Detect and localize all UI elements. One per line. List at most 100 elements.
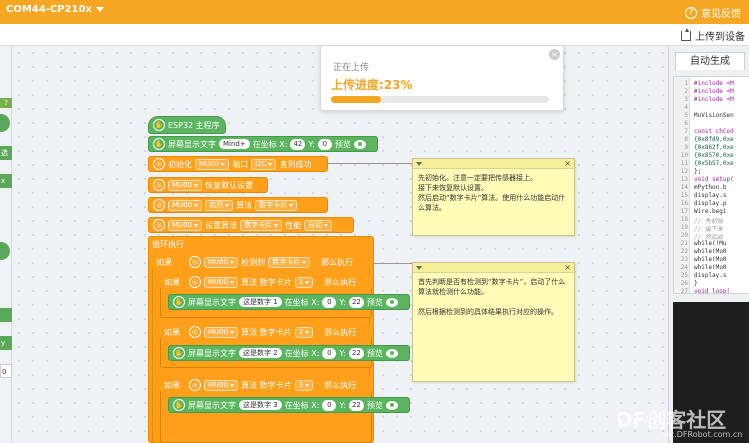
dropdown-value: 启用 (209, 200, 224, 209)
flyout-block[interactable] (0, 308, 12, 322)
code-line: #include <M (694, 80, 734, 87)
block-label: Y: (308, 139, 315, 149)
x-input[interactable]: 0 (322, 347, 337, 359)
algorithm-dropdown[interactable]: 数字卡片 (240, 219, 283, 231)
port-label: COM44-CP210x (6, 4, 92, 15)
enable-dropdown[interactable]: 启用 (205, 199, 234, 211)
restore-default-block[interactable]: ◎ MU00 恢复默认设置 (148, 177, 268, 193)
screen-text-block[interactable]: ✋ 屏幕显示文字 Mind+ 在坐标 X: 42 Y: 0 预览 (148, 136, 378, 152)
sensor-dropdown[interactable]: MU00 (195, 158, 230, 170)
digit-dropdown[interactable]: 2 (294, 326, 314, 338)
collapse-icon[interactable] (416, 162, 422, 166)
flyout-block-icon[interactable] (0, 114, 10, 132)
sensor-dropdown[interactable]: MU00 (204, 326, 239, 338)
screen-text-block[interactable]: ✋ 屏幕显示文字 这是数字 3 在坐标 X: 0 Y: 22 预览 (168, 397, 410, 413)
sensor-dropdown[interactable]: MU00 (204, 256, 239, 268)
note-header[interactable]: × (413, 263, 574, 273)
sensor-icon: ◎ (153, 199, 165, 211)
comment-note[interactable]: × 首先判断是否有检测到“数字卡片”，启动了什么算法就检测什么功能。 然后根据检… (412, 262, 575, 382)
digit-dropdown[interactable]: 3 (294, 379, 314, 391)
code-panel: 自动生成 1 #include <M 2 #include <M 3 #include <… (668, 46, 749, 443)
line-number: 27 (680, 288, 688, 294)
y-input[interactable]: 22 (348, 399, 364, 411)
text-input[interactable]: 这是数字 1 (239, 297, 282, 307)
block-label: 那么执行 (324, 327, 357, 337)
comment-note[interactable]: × 先初始化。注意一定要把传感器接上。 接下来恢复默认设置。 然后启动“数字卡片… (412, 158, 575, 236)
text-input[interactable]: 这是数字 2 (239, 348, 282, 358)
port-dropdown[interactable]: I2C (251, 158, 277, 170)
line-number: 21 (680, 240, 688, 247)
sensor-dropdown[interactable]: MU00 (168, 179, 203, 191)
sensor-dropdown[interactable]: MU00 (204, 379, 239, 391)
block-label: Y: (339, 400, 346, 410)
flyout-block[interactable]: y (0, 336, 12, 350)
dropdown-value: MU00 (172, 220, 193, 229)
screen-text-block[interactable]: ✋ 屏幕显示文字 这是数字 1 在坐标 X: 0 Y: 22 预览 (168, 294, 410, 310)
dropdown-value: MU00 (208, 327, 229, 336)
upload-to-device-button[interactable]: 上传到设备 (681, 27, 745, 43)
digit-dropdown[interactable]: 1 (294, 276, 314, 288)
x-input[interactable]: 0 (322, 296, 337, 308)
algorithm-dropdown[interactable]: 数字卡片 (268, 256, 311, 268)
block-label: 在坐标 X: (252, 139, 288, 149)
note-text[interactable]: 首先判断是否有检测到“数字卡片”，启动了什么算法就检测什么功能。 然后根据检测到… (413, 273, 574, 321)
x-input[interactable]: 42 (290, 138, 306, 150)
line-number: 4 (684, 104, 688, 111)
chevron-down-icon (230, 280, 235, 284)
y-input[interactable]: 0 (317, 138, 332, 150)
chevron-down-icon (289, 203, 294, 207)
port-selector[interactable]: COM44-CP210x (6, 4, 104, 15)
enable-algorithm-block[interactable]: ◎ MU00 启用 算法 数字卡片 (148, 197, 328, 213)
flyout-block[interactable]: x (0, 174, 12, 188)
set-algorithm-performance-block[interactable]: ◎ MU00 设置算法 数字卡片 性能 自动 (148, 217, 354, 233)
inner-if-condition-row: 如果 ◎ MU00 算法 数字卡片 3 那么执行 (160, 377, 372, 393)
y-input[interactable]: 22 (348, 296, 364, 308)
feedback-button[interactable]: ? 意见反馈 (685, 5, 741, 20)
code-line: const chCod (694, 128, 734, 135)
help-icon: ? (685, 6, 697, 19)
flyout-value[interactable]: 0 (0, 364, 12, 378)
line-number: 12 (680, 168, 688, 175)
sensor-dropdown[interactable]: MU00 (168, 199, 203, 211)
chevron-down-icon (221, 162, 226, 166)
dropdown-value: MU00 (208, 277, 229, 286)
dropdown-value: 数字卡片 (244, 220, 273, 229)
block-label: Y: (339, 348, 346, 358)
code-view[interactable]: 1 #include <M 2 #include <M 3 #include <M 4 5 Mu… (673, 76, 749, 294)
note-header[interactable]: × (413, 159, 574, 169)
sensor-icon: ◎ (189, 256, 201, 268)
code-line: void setup( (694, 176, 734, 183)
tab-auto-generate[interactable]: 自动生成 (675, 52, 745, 70)
sensor-dropdown[interactable]: MU00 (204, 276, 239, 288)
note-text[interactable]: 先初始化。注意一定要把传感器接上。 接下来恢复默认设置。 然后启动“数字卡片”算… (413, 169, 574, 217)
performance-dropdown[interactable]: 自动 (304, 219, 333, 231)
preview-eye-icon[interactable] (385, 297, 398, 307)
top-bar: COM44-CP210x ? 意见反馈 (0, 0, 749, 24)
preview-eye-icon[interactable] (353, 139, 366, 149)
init-sensor-block[interactable]: ◎ 初始化 MU00 端口 I2C 直到成功 (148, 156, 328, 172)
dropdown-value: 3 (298, 380, 304, 389)
upload-icon (681, 27, 691, 41)
close-icon[interactable]: × (549, 49, 560, 60)
close-icon[interactable]: × (564, 159, 571, 168)
preview-eye-icon[interactable] (385, 400, 398, 410)
watermark: DF创客社区 mc.DFRobot.com.cn (590, 396, 749, 443)
close-icon[interactable]: × (564, 263, 571, 272)
flyout-block-icon[interactable] (0, 242, 10, 260)
text-input[interactable]: Mind+ (219, 139, 250, 149)
main-program-hat-block[interactable]: ✋ ESP32 主程序 (148, 116, 226, 134)
block-label: 屏幕显示文字 (188, 400, 236, 410)
collapse-icon[interactable] (416, 266, 422, 270)
dropdown-value: I2C (255, 159, 267, 168)
block-label: 在坐标 X: (284, 400, 320, 410)
x-input[interactable]: 0 (322, 399, 337, 411)
y-input[interactable]: 22 (348, 347, 364, 359)
text-input[interactable]: 这是数字 3 (239, 400, 282, 410)
preview-eye-icon[interactable] (385, 348, 398, 358)
block-label: 屏幕显示文字 (188, 297, 236, 307)
screen-text-block[interactable]: ✋ 屏幕显示文字 这是数字 2 在坐标 X: 0 Y: 22 预览 (168, 345, 410, 361)
sensor-dropdown[interactable]: MU00 (168, 219, 203, 231)
flyout-block[interactable]: 选 (0, 146, 12, 160)
algorithm-dropdown[interactable]: 数字卡片 (255, 199, 298, 211)
block-flyout[interactable]: ? 选 x y 0 (0, 46, 12, 443)
